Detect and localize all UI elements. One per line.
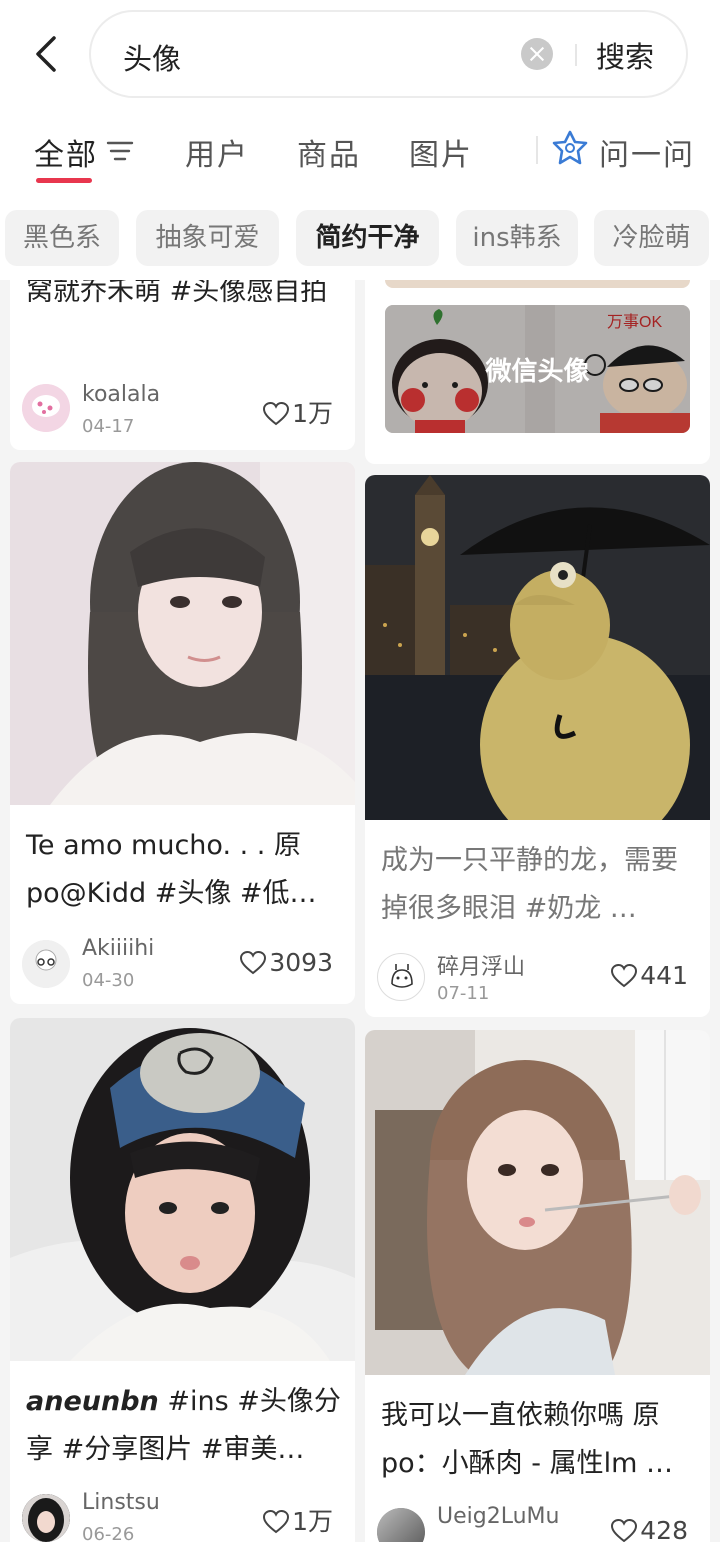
image-feed: 窝就乔禾萌 #头像感自拍 koalala 04-17 1万 Te amo muc… (0, 280, 720, 1542)
clear-icon[interactable] (521, 38, 553, 70)
post-card[interactable]: 成为一只平静的龙，需要掉很多眼泪 #奶龙 … 碎月浮山 07-11 441 (365, 475, 710, 1017)
post-date: 04-30 (82, 970, 135, 991)
avatar[interactable] (22, 1494, 70, 1542)
post-caption: aneunbn #ins #头像分享 #分享图片 #审美… (26, 1378, 341, 1474)
post-date: 06-26 (82, 1524, 135, 1542)
author-name[interactable]: Linstsu (82, 1490, 160, 1515)
ask-star-icon[interactable] (552, 130, 588, 166)
search-box[interactable]: 头像 搜索 (89, 10, 688, 98)
like-count-value: 3093 (269, 948, 333, 977)
post-card[interactable]: 万事OK 微信头像 (365, 280, 710, 464)
like-count[interactable]: 3093 (240, 948, 333, 977)
post-date: 07-11 (437, 983, 490, 1004)
tab-ask[interactable]: 问一问 (599, 130, 695, 174)
caption-username[interactable]: aneunbn (26, 1386, 159, 1417)
heart-icon (263, 402, 290, 426)
chip-ins-korean[interactable]: ins韩系 (456, 210, 578, 266)
post-caption: 我可以一直依赖你嗎 原po：小酥肉 - 属性lm … (381, 1400, 673, 1479)
tab-users[interactable]: 用户 (185, 130, 249, 174)
heart-icon (240, 951, 267, 975)
like-count[interactable]: 1万 (263, 1502, 333, 1538)
filter-chips: 黑色系 抽象可爱 简约干净 ins韩系 冷脸萌 (0, 192, 720, 280)
search-divider (575, 44, 577, 66)
portrait-photo (10, 1018, 355, 1361)
collection-label: 微信头像 (485, 357, 590, 387)
chip-black[interactable]: 黑色系 (5, 210, 119, 266)
tab-products[interactable]: 商品 (297, 130, 361, 174)
dragon-umbrella-photo (365, 475, 710, 820)
post-image[interactable] (365, 475, 710, 820)
filter-icon[interactable] (106, 140, 134, 162)
top-bar: 头像 搜索 (0, 0, 720, 112)
tab-bar: 全部 用户 商品 图片 问一问 (0, 112, 720, 192)
like-count[interactable]: 428 (611, 1516, 688, 1542)
avatar[interactable] (22, 940, 70, 988)
collection-image[interactable]: 万事OK 微信头像 (385, 305, 690, 433)
post-image[interactable] (365, 1030, 710, 1375)
tab-images[interactable]: 图片 (409, 130, 473, 174)
avatar[interactable] (377, 953, 425, 1001)
author-name[interactable]: 碎月浮山 (437, 949, 525, 981)
search-button[interactable]: 搜索 (596, 34, 654, 76)
active-tab-indicator (36, 178, 92, 183)
portrait-photo (10, 462, 355, 805)
post-caption: 成为一只平静的龙，需要掉很多眼泪 #奶龙 … (381, 845, 678, 924)
post-caption: 窝就乔禾萌 #头像感自拍 (26, 280, 328, 307)
post-image[interactable] (10, 1018, 355, 1361)
like-count[interactable]: 1万 (263, 394, 333, 430)
tab-all[interactable]: 全部 (34, 130, 98, 174)
post-caption: Te amo mucho. . . 原po@Kidd #头像 #低… (26, 830, 317, 909)
author-name[interactable]: koalala (82, 382, 160, 407)
author-name[interactable]: Akiiiihi (82, 936, 154, 961)
heart-icon (263, 1510, 290, 1534)
post-card[interactable]: Te amo mucho. . . 原po@Kidd #头像 #低… Akiii… (10, 462, 355, 1004)
portrait-photo (365, 1030, 710, 1375)
post-card[interactable]: 窝就乔禾萌 #头像感自拍 koalala 04-17 1万 (10, 280, 355, 450)
post-card[interactable]: 我可以一直依赖你嗎 原po：小酥肉 - 属性lm … Ueig2LuMu 428 (365, 1030, 710, 1542)
like-count-value: 428 (640, 1516, 688, 1542)
post-image[interactable] (10, 462, 355, 805)
post-card[interactable]: aneunbn #ins #头像分享 #分享图片 #审美… Linstsu 06… (10, 1018, 355, 1542)
like-count[interactable]: 441 (611, 961, 688, 990)
back-arrow-icon[interactable] (30, 34, 64, 74)
heart-icon (611, 964, 638, 988)
author-name[interactable]: Ueig2LuMu (437, 1504, 559, 1529)
search-input[interactable]: 头像 (123, 36, 181, 78)
heart-icon (611, 1519, 638, 1542)
like-count-value: 1万 (292, 399, 333, 428)
like-count-value: 1万 (292, 1507, 333, 1536)
chip-cold-cute[interactable]: 冷脸萌 (594, 210, 709, 266)
like-count-value: 441 (640, 961, 688, 990)
chip-abstract-cute[interactable]: 抽象可爱 (136, 210, 279, 266)
avatar[interactable] (22, 384, 70, 432)
previous-image-edge (385, 280, 690, 288)
tab-separator (536, 136, 538, 164)
chip-simple-clean[interactable]: 简约干净 (296, 210, 439, 266)
post-date: 04-17 (82, 416, 135, 437)
avatar[interactable] (377, 1508, 425, 1542)
